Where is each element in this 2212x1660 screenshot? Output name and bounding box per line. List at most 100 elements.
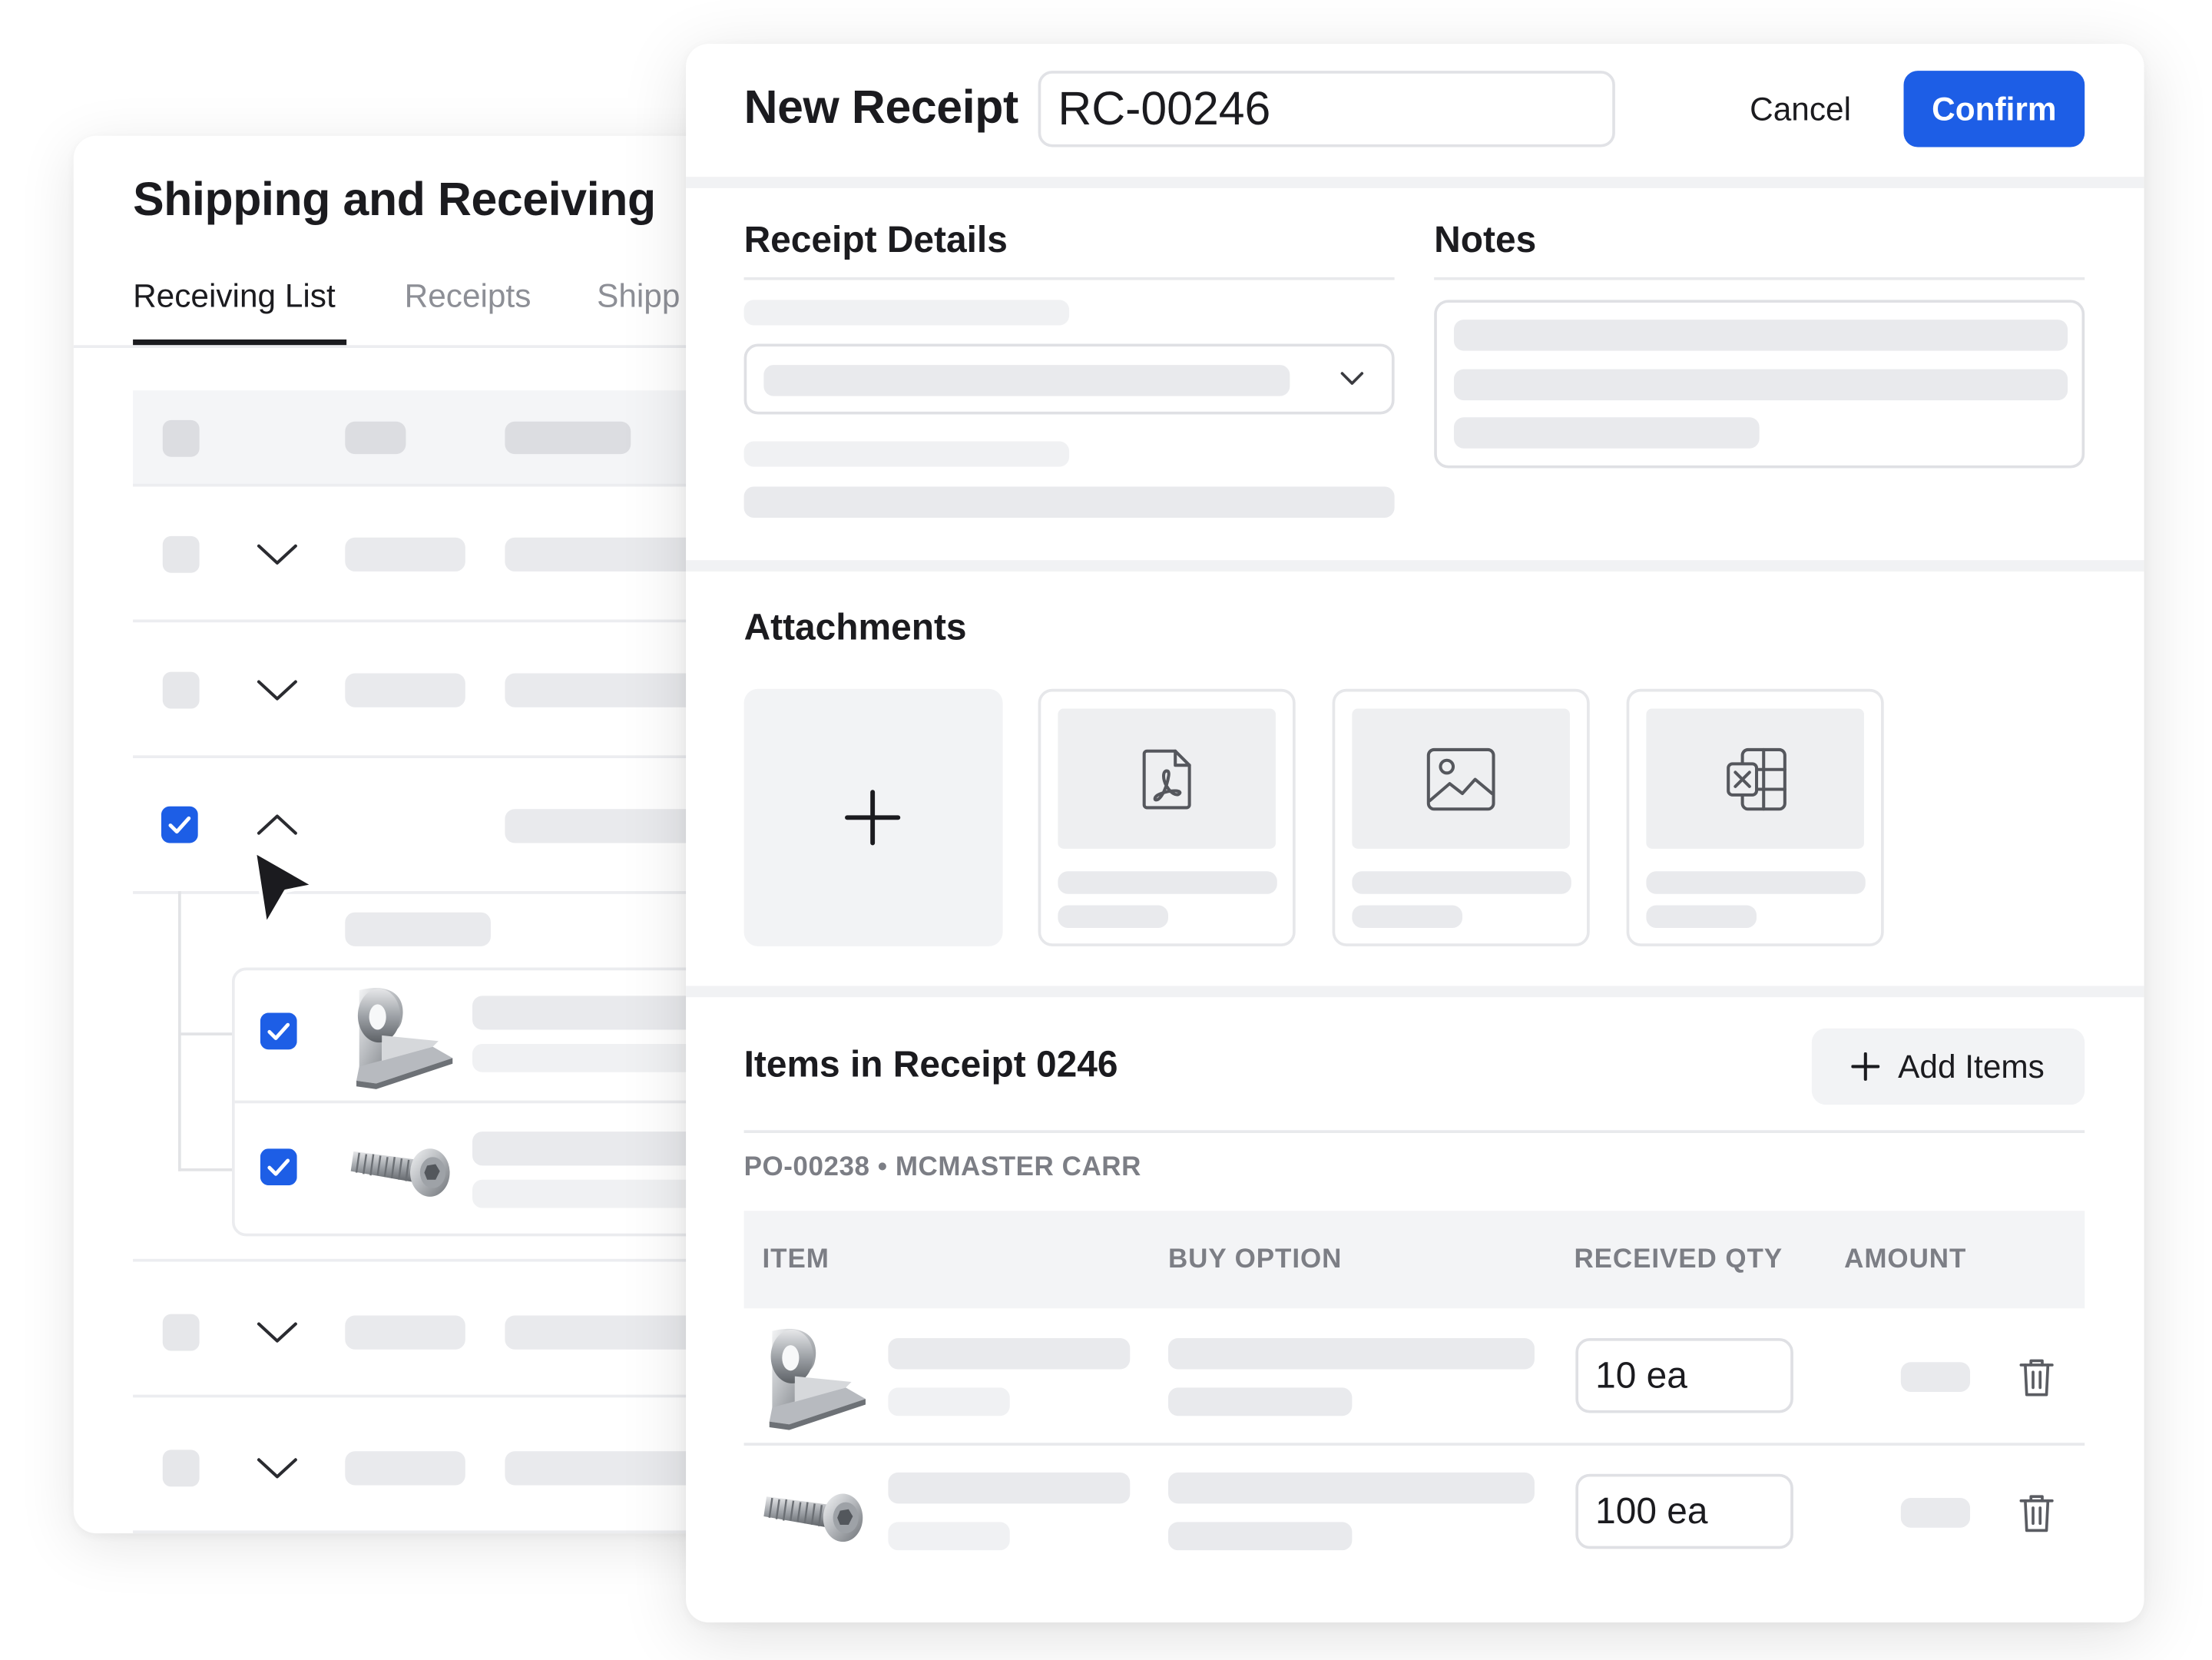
group-label-placeholder <box>345 912 491 946</box>
chevron-up-icon[interactable] <box>254 810 300 839</box>
row-checkbox[interactable] <box>162 1450 200 1487</box>
chevron-down-icon <box>1340 372 1364 385</box>
row-checkbox[interactable] <box>162 535 200 573</box>
item-name-placeholder <box>888 1472 1131 1504</box>
checkbox-checked-icon[interactable] <box>260 1012 297 1049</box>
tree-line <box>178 891 181 1171</box>
confirm-button[interactable]: Confirm <box>1903 71 2085 147</box>
spreadsheet-file-icon <box>1727 747 1786 811</box>
attachment-preview <box>1058 708 1276 849</box>
row-placeholder <box>345 673 465 707</box>
new-receipt-dialog: New Receipt RC-00246 Cancel Confirm Rece… <box>686 44 2144 1623</box>
plus-icon <box>1851 1052 1880 1081</box>
checkbox-checked-icon[interactable] <box>260 1148 297 1185</box>
attachment-preview <box>1352 708 1570 849</box>
add-items-label: Add Items <box>1898 1048 2045 1085</box>
item-name-placeholder <box>888 1337 1131 1370</box>
notes-placeholder-line <box>1453 320 2068 351</box>
chevron-down-icon[interactable] <box>254 676 300 704</box>
image-file-icon <box>1426 747 1495 811</box>
attachment-name-placeholder <box>1058 871 1277 894</box>
received-qty-input[interactable]: 100 ea <box>1575 1473 1793 1549</box>
table-row: 100 ea <box>744 1446 2085 1580</box>
receipt-type-select[interactable] <box>743 343 1395 415</box>
items-table-header: ITEM BUY OPTION RECEIVED QTY AMOUNT <box>743 1211 2085 1309</box>
attachment-card[interactable] <box>1332 688 1590 946</box>
row-placeholder <box>345 537 465 572</box>
column-header-amount: AMOUNT <box>1844 1244 1967 1275</box>
tab-receiving-list[interactable]: Receiving List <box>133 277 336 316</box>
amount-placeholder <box>1900 1498 1971 1528</box>
pdf-file-icon <box>1142 749 1191 810</box>
chevron-down-icon[interactable] <box>254 1454 300 1483</box>
header-placeholder <box>505 421 631 455</box>
tree-line <box>178 1032 232 1035</box>
attachment-size-placeholder <box>1646 905 1757 928</box>
cancel-button[interactable]: Cancel <box>1713 71 1888 147</box>
attachment-card[interactable] <box>1626 688 1884 946</box>
section-rule <box>743 1130 2085 1133</box>
attachment-name-placeholder <box>1646 871 1866 894</box>
attachment-card[interactable] <box>1038 688 1296 946</box>
header-placeholder <box>345 421 406 455</box>
items-title: Items in Receipt 0246 <box>743 1042 1118 1085</box>
checkbox-checked-icon[interactable] <box>161 807 198 843</box>
tab-receipts[interactable]: Receipts <box>405 277 531 316</box>
trash-icon[interactable] <box>2018 1357 2055 1399</box>
column-header-item: ITEM <box>762 1244 830 1275</box>
row-placeholder <box>345 1451 465 1486</box>
row-placeholder <box>345 1315 465 1350</box>
buy-option-placeholder <box>1167 1387 1353 1416</box>
notes-textarea[interactable] <box>1434 300 2085 469</box>
page-title: Shipping and Receiving <box>133 172 656 225</box>
receipt-details-title: Receipt Details <box>743 217 1008 260</box>
amount-placeholder <box>1900 1362 1971 1392</box>
hex-bolt-image <box>761 1476 874 1547</box>
attachment-size-placeholder <box>1352 905 1463 928</box>
chevron-down-icon[interactable] <box>254 540 300 568</box>
attachment-size-placeholder <box>1058 905 1168 928</box>
add-attachment-button[interactable] <box>743 688 1003 946</box>
tab-shipping[interactable]: Shipp <box>597 277 680 316</box>
buy-option-placeholder <box>1167 1337 1535 1370</box>
attachment-name-placeholder <box>1352 871 1571 894</box>
attachment-preview <box>1646 708 1864 849</box>
table-row: 10 ea <box>744 1308 2085 1443</box>
row-checkbox[interactable] <box>162 1314 200 1351</box>
item-sku-placeholder <box>888 1387 1010 1416</box>
column-header-buy-option: BUY OPTION <box>1167 1244 1343 1275</box>
section-separator <box>686 177 2144 188</box>
sheet-metal-roll-image <box>345 979 458 1092</box>
hex-bolt-image <box>348 1132 461 1202</box>
section-rule <box>743 277 1395 280</box>
field-value-placeholder <box>743 486 1395 518</box>
sheet-metal-roll-image <box>758 1320 871 1433</box>
buy-option-placeholder <box>1167 1522 1353 1551</box>
notes-placeholder-line <box>1453 417 1760 449</box>
row-checkbox[interactable] <box>162 671 200 709</box>
purchase-order-label: PO-00238 • MCMASTER CARR <box>743 1152 1141 1183</box>
header-checkbox[interactable] <box>162 419 200 457</box>
notes-title: Notes <box>1434 217 1537 260</box>
item-sku-placeholder <box>888 1522 1010 1551</box>
notes-placeholder-line <box>1453 369 2068 401</box>
plus-icon <box>845 790 901 846</box>
section-separator <box>686 560 2144 572</box>
chevron-down-icon[interactable] <box>254 1318 300 1347</box>
trash-icon[interactable] <box>2018 1493 2055 1535</box>
active-tab-indicator <box>133 339 347 346</box>
tree-line <box>178 1168 232 1171</box>
cursor-arrow-icon <box>253 850 316 927</box>
field-label-placeholder <box>743 300 1070 326</box>
received-qty-input[interactable]: 10 ea <box>1575 1337 1793 1413</box>
receipt-number-input[interactable]: RC-00246 <box>1038 71 1615 147</box>
field-label-placeholder <box>743 441 1070 467</box>
attachments-title: Attachments <box>743 605 967 648</box>
add-items-button[interactable]: Add Items <box>1811 1028 2085 1105</box>
section-rule <box>1434 277 2085 280</box>
buy-option-placeholder <box>1167 1472 1535 1504</box>
dialog-title: New Receipt <box>743 80 1019 134</box>
section-separator <box>686 986 2144 998</box>
column-header-received-qty: RECEIVED QTY <box>1574 1244 1783 1275</box>
select-value-placeholder <box>763 365 1290 396</box>
